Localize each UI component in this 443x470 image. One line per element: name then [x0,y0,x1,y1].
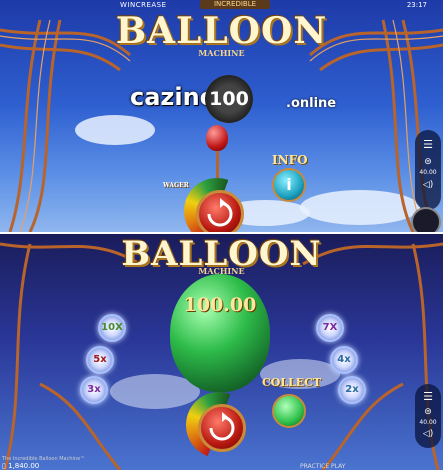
side-controls: ☰ ⊜ 40.00 ◁) [415,130,441,210]
watermark-logo: cazino 100 .online [130,73,336,123]
game-badge: INCREDIBLE [200,0,270,9]
status-bar: WINCREASE INCREDIBLE 23:17 [0,0,443,10]
game-title: BALLOON [115,10,328,52]
coins-icon[interactable]: ⊜ [415,407,441,417]
watermark-coin: 100 [205,75,253,123]
multiplier-3x: 3x [80,376,108,404]
bottom-game-screen: BALLOON MACHINE 100.00 10X 5x 3x 7X 4x 2… [0,234,443,470]
multiplier-2x: 2x [338,376,366,404]
spin-button[interactable] [196,190,244,232]
collect-label: COLLECT [262,376,322,389]
multiplier-10x: 10X [98,314,126,342]
multiplier-7x: 7X [316,314,344,342]
menu-icon[interactable]: ☰ [415,390,441,403]
game-subtitle: MACHINE [198,48,245,58]
top-game-screen: WINCREASE INCREDIBLE 23:17 BALLOON MACHI… [0,0,443,232]
spin-button[interactable] [198,404,246,452]
coins-icon[interactable]: ⊜ [415,157,441,167]
info-icon: i [286,175,292,194]
info-label: INFO [272,153,308,167]
red-balloon [206,125,228,151]
bet-amount[interactable]: 40.00 [415,169,441,176]
balance-display: ▯ 1,840.00 [2,462,40,470]
info-button[interactable]: i [272,168,306,202]
wager-label: WAGER [163,182,189,189]
brand-label: WINCREASE [120,1,167,9]
balance-value: 1,840.00 [8,462,40,470]
watermark-left: cazino [130,83,217,111]
green-balloon [170,274,270,392]
multiplier-4x: 4x [330,346,358,374]
speaker-icon[interactable]: ◁) [415,180,441,190]
refresh-icon [207,198,233,227]
speaker-icon[interactable]: ◁) [415,429,441,439]
menu-icon[interactable]: ☰ [415,138,441,151]
multiplier-5x: 5x [86,346,114,374]
balloon-value: 100.00 [183,294,257,316]
collect-button[interactable] [272,394,306,428]
watermark-coin-text: 100 [209,88,249,110]
spin-side-button[interactable] [411,207,441,232]
side-controls: ☰ ⊜ 40.00 ◁) [415,384,441,448]
mode-label: PRACTICE PLAY [300,463,346,470]
refresh-icon [209,412,235,441]
watermark-right: .online [286,96,337,111]
clock: 23:17 [406,1,427,9]
bet-amount[interactable]: 40.00 [415,419,441,426]
